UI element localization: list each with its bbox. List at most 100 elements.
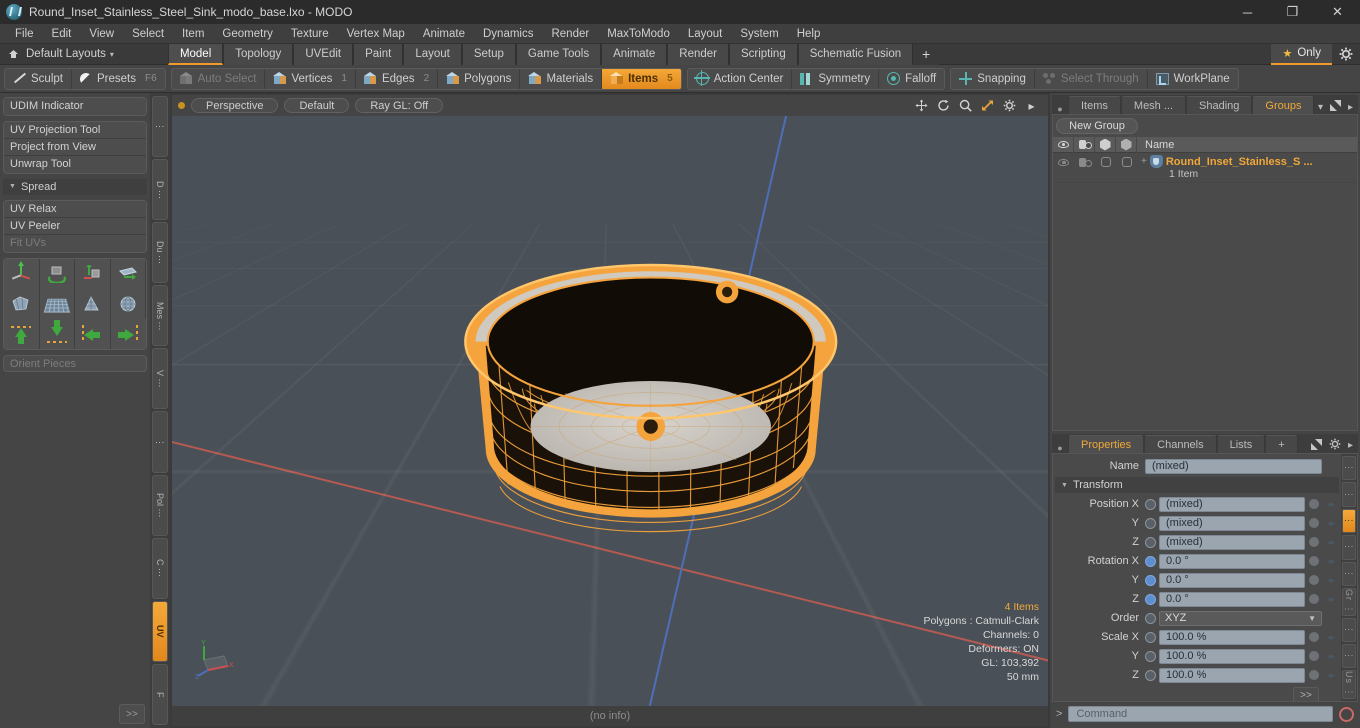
menu-item[interactable]: Item xyxy=(173,24,213,44)
tab-properties[interactable]: Properties xyxy=(1068,435,1145,453)
rotate-gizmo-button[interactable] xyxy=(39,259,75,289)
vtab-0[interactable]: ⋮ xyxy=(152,96,168,158)
eye-column-header[interactable] xyxy=(1053,136,1074,153)
ptab-1[interactable]: ⋮ xyxy=(1342,482,1356,507)
select-through-button[interactable]: Select Through xyxy=(1035,68,1148,89)
transform-section-header[interactable]: ▼ Transform xyxy=(1055,477,1339,493)
move-view-icon[interactable] xyxy=(915,99,928,112)
ptab-6[interactable]: ⋮ xyxy=(1342,617,1356,643)
scale-y-knob[interactable] xyxy=(1305,651,1322,661)
scale-x-radio[interactable] xyxy=(1145,631,1156,643)
row-eye-toggle[interactable] xyxy=(1053,155,1074,169)
gear-icon[interactable] xyxy=(1332,44,1360,65)
materials-button[interactable]: Materials xyxy=(520,68,603,89)
viewport-menu-icon[interactable]: ▸ xyxy=(1025,99,1038,113)
scale-x-spinner[interactable]: ◂▸ xyxy=(1322,632,1339,643)
rotation-y-radio[interactable] xyxy=(1145,574,1156,586)
tab-scripting[interactable]: Scripting xyxy=(728,43,798,65)
position-z-field[interactable]: (mixed) xyxy=(1159,534,1305,550)
rotation-x-knob[interactable] xyxy=(1305,556,1322,566)
scale-z-field[interactable]: 100.0 % xyxy=(1159,667,1305,683)
position-y-radio[interactable] xyxy=(1145,517,1156,529)
tab-paint[interactable]: Paint xyxy=(353,43,404,65)
chevron-down-icon[interactable]: ▾ xyxy=(1318,102,1323,113)
rotation-z-spinner[interactable]: ◂▸ xyxy=(1322,594,1339,605)
properties-menu-icon[interactable]: ● xyxy=(1052,443,1068,453)
unwrap-tool-button[interactable]: Unwrap Tool xyxy=(4,156,146,173)
fit-view-icon[interactable] xyxy=(981,99,994,112)
viewport-perspective-dropdown[interactable]: Perspective xyxy=(191,98,279,113)
tab-lists[interactable]: Lists xyxy=(1216,435,1266,453)
chevron-down-icon[interactable]: ▾ xyxy=(110,50,114,59)
position-y-knob[interactable] xyxy=(1305,518,1322,528)
rotation-x-radio[interactable] xyxy=(1145,555,1156,567)
rotation-x-spinner[interactable]: ◂▸ xyxy=(1322,556,1339,567)
ptab-4[interactable]: ⋮ xyxy=(1342,561,1356,587)
sculpt-button[interactable]: Sculpt xyxy=(5,68,72,89)
udim-indicator-button[interactable]: UDIM Indicator xyxy=(4,98,146,115)
snapping-button[interactable]: Snapping xyxy=(951,68,1035,89)
tab-topology[interactable]: Topology xyxy=(223,43,294,65)
polygons-button[interactable]: Polygons xyxy=(438,68,521,89)
vtab-polygon[interactable]: Pol ⋯ xyxy=(152,474,168,536)
close-button[interactable]: ✕ xyxy=(1315,0,1360,24)
project-from-view-button[interactable]: Project from View xyxy=(4,139,146,156)
expand-icon[interactable] xyxy=(1310,438,1322,453)
position-z-knob[interactable] xyxy=(1305,537,1322,547)
command-input[interactable]: Command xyxy=(1068,706,1333,722)
position-z-spinner[interactable]: ◂▸ xyxy=(1322,537,1339,548)
align-left-button[interactable] xyxy=(75,319,111,349)
scale-y-field[interactable]: 100.0 % xyxy=(1159,648,1305,664)
ptab-3[interactable]: ⋮ xyxy=(1342,535,1356,560)
panel-menu-icon[interactable]: ● xyxy=(1052,104,1068,114)
tab-shading[interactable]: Shading xyxy=(1186,96,1253,114)
rotation-y-field[interactable]: 0.0 ° xyxy=(1159,572,1305,588)
minimize-button[interactable]: ─ xyxy=(1225,0,1270,24)
menu-file[interactable]: File xyxy=(6,24,43,44)
position-y-spinner[interactable]: ◂▸ xyxy=(1322,518,1339,529)
tab-channels[interactable]: Channels xyxy=(1144,435,1217,453)
record-icon[interactable] xyxy=(1339,706,1354,722)
group-item[interactable]: + Round_Inset_Stainless_S ... 1 Item xyxy=(1137,155,1313,180)
move-gizmo-button[interactable] xyxy=(4,259,40,289)
hex-column-header[interactable] xyxy=(1095,136,1116,153)
ptab-user[interactable]: Us ⋮ xyxy=(1342,670,1356,699)
panel-arrow-icon[interactable]: ▸ xyxy=(1348,102,1353,113)
name-field[interactable]: (mixed) xyxy=(1145,458,1322,474)
flip-plane-button[interactable] xyxy=(110,259,146,289)
falloff-button[interactable]: Falloff xyxy=(879,69,944,89)
viewport-indicator-icon[interactable] xyxy=(178,102,185,109)
rotation-y-spinner[interactable]: ◂▸ xyxy=(1322,575,1339,586)
vtab-vertex[interactable]: V ⋯ xyxy=(152,348,168,410)
presets-button[interactable]: Presets F6 xyxy=(72,69,165,89)
vtab-duplicate[interactable]: Du ⋯ xyxy=(152,222,168,284)
position-x-knob[interactable] xyxy=(1305,499,1322,509)
tab-game-tools[interactable]: Game Tools xyxy=(515,43,602,65)
scale-z-knob[interactable] xyxy=(1305,670,1322,680)
tab-mesh[interactable]: Mesh ... xyxy=(1120,96,1187,114)
drop-gizmo-button[interactable] xyxy=(75,259,111,289)
menu-maxtomodo[interactable]: MaxToModo xyxy=(598,24,679,44)
orient-pieces-field[interactable]: Orient Pieces xyxy=(3,355,147,372)
mesh-sphere-button[interactable] xyxy=(110,289,146,319)
tab-groups[interactable]: Groups xyxy=(1252,96,1315,114)
menu-vertex-map[interactable]: Vertex Map xyxy=(338,24,414,44)
only-toggle-button[interactable]: ★ Only xyxy=(1271,43,1332,65)
menu-texture[interactable]: Texture xyxy=(282,24,338,44)
position-x-spinner[interactable]: ◂▸ xyxy=(1322,499,1339,510)
vertices-button[interactable]: Vertices 1 xyxy=(265,68,356,89)
menu-help[interactable]: Help xyxy=(788,24,830,44)
uv-peeler-button[interactable]: UV Peeler xyxy=(4,218,146,235)
align-bottom-button[interactable] xyxy=(39,319,75,349)
add-layout-button[interactable]: + xyxy=(913,43,940,65)
row-render-toggle[interactable] xyxy=(1074,155,1095,169)
ring-column-header[interactable] xyxy=(1116,136,1137,153)
mesh-fold-button[interactable] xyxy=(4,289,40,319)
expand-properties-button[interactable]: >> xyxy=(1293,687,1319,701)
tab-uvedit[interactable]: UVEdit xyxy=(293,43,354,65)
menu-select[interactable]: Select xyxy=(123,24,173,44)
mesh-cone-button[interactable] xyxy=(75,289,111,319)
add-properties-tab[interactable]: + xyxy=(1265,435,1298,453)
ptab-7[interactable]: ⋮ xyxy=(1342,644,1356,669)
vtab-uv[interactable]: UV xyxy=(152,600,168,662)
